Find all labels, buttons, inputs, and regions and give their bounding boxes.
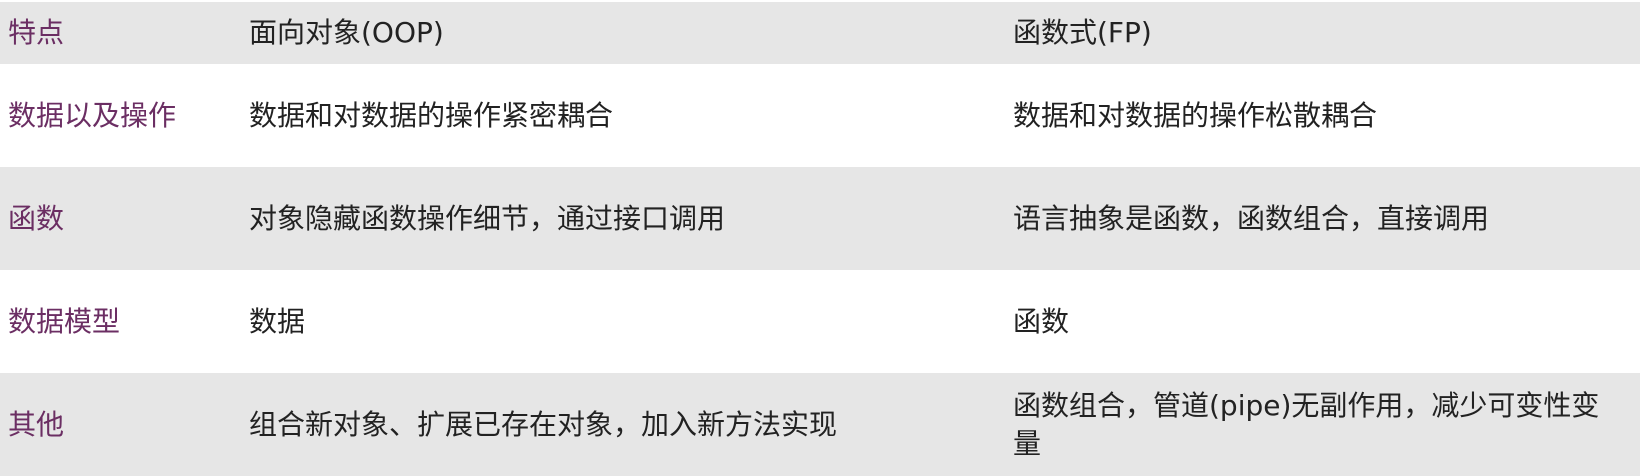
header-feature: 特点 — [0, 2, 241, 64]
row-fp-cell: 函数组合，管道(pipe)无副作用，减少可变性变量 — [1005, 373, 1640, 476]
row-feature: 数据以及操作 — [8, 98, 177, 132]
header-oop: 面向对象(OOP) — [241, 2, 1005, 64]
table-row: 数据以及操作 数据和对数据的操作紧密耦合 数据和对数据的操作松散耦合 — [0, 64, 1640, 167]
row-oop-cell: 数据 — [249, 304, 306, 338]
row-fp-cell: 数据和对数据的操作松散耦合 — [1013, 98, 1378, 132]
header-fp: 函数式(FP) — [1005, 2, 1640, 64]
comparison-table: 特点 面向对象(OOP) 函数式(FP) 数据以及操作 数据和对数据的操作紧密耦… — [0, 2, 1640, 476]
row-oop-cell: 对象隐藏函数操作细节，通过接口调用 — [241, 167, 1005, 270]
table-row: 其他 组合新对象、扩展已存在对象，加入新方法实现 函数组合，管道(pipe)无副… — [0, 373, 1640, 476]
row-oop-cell: 组合新对象、扩展已存在对象，加入新方法实现 — [241, 373, 1005, 476]
table-header-row: 特点 面向对象(OOP) 函数式(FP) — [0, 2, 1640, 64]
row-feature: 数据模型 — [8, 304, 121, 338]
row-fp-cell: 函数 — [1013, 304, 1070, 338]
table-row: 函数 对象隐藏函数操作细节，通过接口调用 语言抽象是函数，函数组合，直接调用 — [0, 167, 1640, 270]
row-feature: 其他 — [0, 373, 241, 476]
row-oop-cell: 数据和对数据的操作紧密耦合 — [249, 98, 614, 132]
row-feature: 函数 — [0, 167, 241, 270]
row-fp-cell: 语言抽象是函数，函数组合，直接调用 — [1005, 167, 1640, 270]
table-row: 数据模型 数据 函数 — [0, 270, 1640, 373]
